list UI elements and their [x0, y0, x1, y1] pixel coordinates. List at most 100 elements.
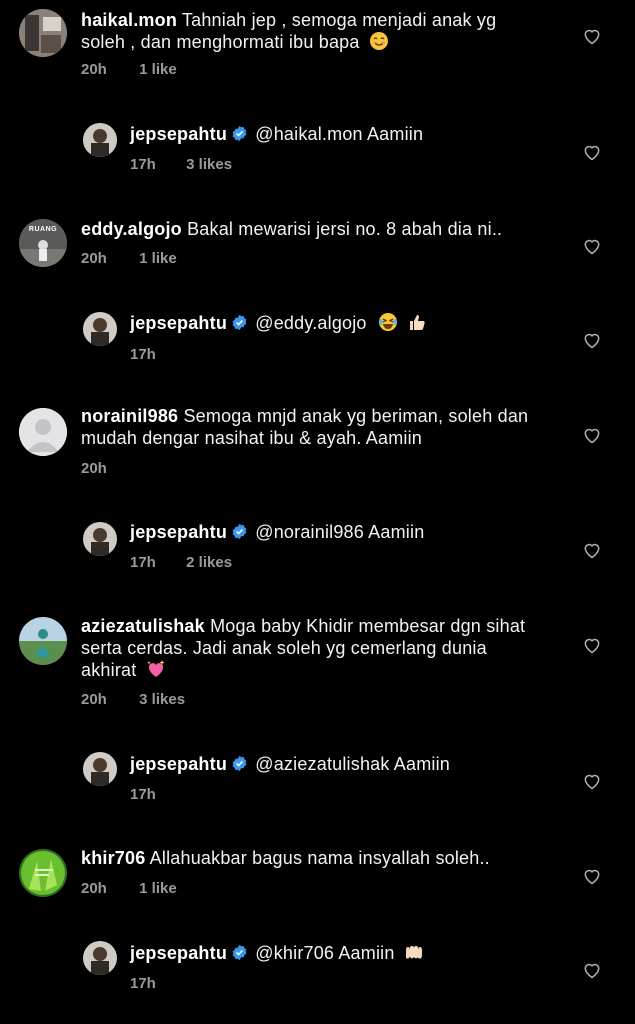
open-hands-emoji — [405, 946, 422, 959]
reply-item: jepsepahtu @khir706 Aamiin 17h — [0, 925, 635, 1024]
heart-icon[interactable] — [582, 635, 602, 655]
likes-count[interactable]: 1 like — [139, 61, 177, 78]
timestamp: 20h — [81, 460, 107, 477]
avatar[interactable] — [19, 849, 67, 897]
reply-item: jepsepahtu @haikal.mon Aamiin 17h 3 like… — [0, 95, 635, 190]
comment-text: jepsepahtu @haikal.mon Aamiin — [130, 123, 550, 145]
reply-item: jepsepahtu @norainil986 Aamiin 17h 2 lik… — [0, 495, 635, 595]
avatar-image — [19, 9, 67, 57]
avatar[interactable] — [19, 9, 67, 57]
avatar-label: RUANG — [28, 226, 58, 233]
comment-body: @eddy.algojo — [255, 313, 367, 333]
comment-meta: 17h — [130, 346, 182, 363]
comment-item: aziezatulishak Moga baby Khidir membesar… — [0, 595, 635, 730]
comment-body: @aziezatulishak Aamiin — [255, 754, 450, 774]
comment-body: @khir706 Aamiin — [255, 943, 395, 963]
reply-item: jepsepahtu @aziezatulishak Aamiin 17h — [0, 730, 635, 830]
username-link[interactable]: jepsepahtu — [130, 124, 227, 144]
username-link[interactable]: aziezatulishak — [81, 616, 205, 636]
username-link[interactable]: eddy.algojo — [81, 219, 182, 239]
comment-body: @norainil986 Aamiin — [255, 522, 425, 542]
username-link[interactable]: jepsepahtu — [130, 313, 227, 333]
timestamp: 17h — [130, 554, 156, 571]
avatar[interactable]: RUANG — [19, 219, 67, 267]
avatar[interactable] — [83, 123, 117, 157]
heart-icon[interactable] — [582, 540, 602, 560]
timestamp: 17h — [130, 156, 156, 173]
avatar-image — [83, 522, 117, 556]
username-link[interactable]: jepsepahtu — [130, 943, 227, 963]
verified-badge-icon — [232, 314, 247, 331]
comment-text: haikal.mon Tahniah jep , semoga menjadi … — [81, 9, 541, 53]
heart-icon[interactable] — [582, 866, 602, 886]
heart-icon[interactable] — [582, 142, 602, 162]
username-link[interactable]: jepsepahtu — [130, 754, 227, 774]
comment-body: Allahuakbar bagus nama insyallah soleh.. — [149, 848, 490, 868]
comment-item: haikal.mon Tahniah jep , semoga menjadi … — [0, 0, 635, 95]
default-avatar-icon — [19, 408, 67, 456]
timestamp: 20h — [81, 880, 107, 897]
comment-text: jepsepahtu @eddy.algojo — [130, 312, 550, 334]
comment-item: norainil986 Semoga mnjd anak yg beriman,… — [0, 380, 635, 495]
heart-icon[interactable] — [582, 425, 602, 445]
avatar-image — [19, 849, 67, 897]
comment-meta: 17h 2 likes — [130, 554, 232, 571]
comment-text: norainil986 Semoga mnjd anak yg beriman,… — [81, 405, 541, 449]
comment-text: jepsepahtu @aziezatulishak Aamiin — [130, 753, 550, 775]
avatar-image — [83, 752, 117, 786]
heart-icon[interactable] — [582, 771, 602, 791]
timestamp: 17h — [130, 786, 156, 803]
username-link[interactable]: norainil986 — [81, 406, 178, 426]
avatar[interactable] — [19, 617, 67, 665]
comment-meta: 17h — [130, 975, 182, 992]
heart-icon[interactable] — [582, 236, 602, 256]
avatar[interactable] — [83, 312, 117, 346]
avatar[interactable] — [83, 752, 117, 786]
timestamp: 20h — [81, 61, 107, 78]
heart-icon[interactable] — [582, 330, 602, 350]
comment-text: khir706 Allahuakbar bagus nama insyallah… — [81, 847, 541, 869]
comment-body: @haikal.mon Aamiin — [255, 124, 424, 144]
comment-meta: 20h 1 like — [81, 61, 177, 78]
verified-badge-icon — [232, 755, 247, 772]
likes-count[interactable]: 3 likes — [186, 156, 232, 173]
likes-count[interactable]: 1 like — [139, 250, 177, 267]
smiling-face-emoji — [369, 32, 388, 50]
thumbs-up-emoji — [410, 315, 425, 330]
avatar[interactable] — [83, 941, 117, 975]
comment-meta: 20h 1 like — [81, 880, 177, 897]
comment-item: RUANG eddy.algojo Bakal mewarisi jersi n… — [0, 190, 635, 285]
comment-text: jepsepahtu @khir706 Aamiin — [130, 942, 550, 964]
reply-item: jepsepahtu @eddy.algojo 17h — [0, 285, 635, 380]
comment-meta: 20h — [81, 460, 135, 477]
likes-count[interactable]: 3 likes — [139, 691, 185, 708]
heart-icon[interactable] — [582, 26, 602, 46]
likes-count[interactable]: 1 like — [139, 880, 177, 897]
comment-item: khir706 Allahuakbar bagus nama insyallah… — [0, 830, 635, 925]
heart-icon[interactable] — [582, 960, 602, 980]
comment-meta: 17h — [130, 786, 182, 803]
likes-count[interactable]: 2 likes — [186, 554, 232, 571]
verified-badge-icon — [232, 523, 247, 540]
avatar[interactable] — [19, 408, 67, 456]
username-link[interactable]: jepsepahtu — [130, 522, 227, 542]
avatar-image — [83, 312, 117, 346]
sparkling-heart-emoji — [146, 660, 165, 677]
timestamp: 20h — [81, 691, 107, 708]
comment-text: jepsepahtu @norainil986 Aamiin — [130, 521, 550, 543]
verified-badge-icon — [232, 125, 247, 142]
avatar-image — [83, 941, 117, 975]
comment-meta: 20h 1 like — [81, 250, 177, 267]
comment-meta: 17h 3 likes — [130, 156, 232, 173]
verified-badge-icon — [232, 944, 247, 961]
comment-text: eddy.algojo Bakal mewarisi jersi no. 8 a… — [81, 218, 541, 240]
avatar[interactable] — [83, 522, 117, 556]
timestamp: 20h — [81, 250, 107, 267]
timestamp: 17h — [130, 346, 156, 363]
comment-meta: 20h 3 likes — [81, 691, 185, 708]
avatar-image — [19, 617, 67, 665]
username-link[interactable]: haikal.mon — [81, 10, 177, 30]
username-link[interactable]: khir706 — [81, 848, 145, 868]
comment-text: aziezatulishak Moga baby Khidir membesar… — [81, 615, 541, 681]
comment-body: Bakal mewarisi jersi no. 8 abah dia ni.. — [187, 219, 503, 239]
